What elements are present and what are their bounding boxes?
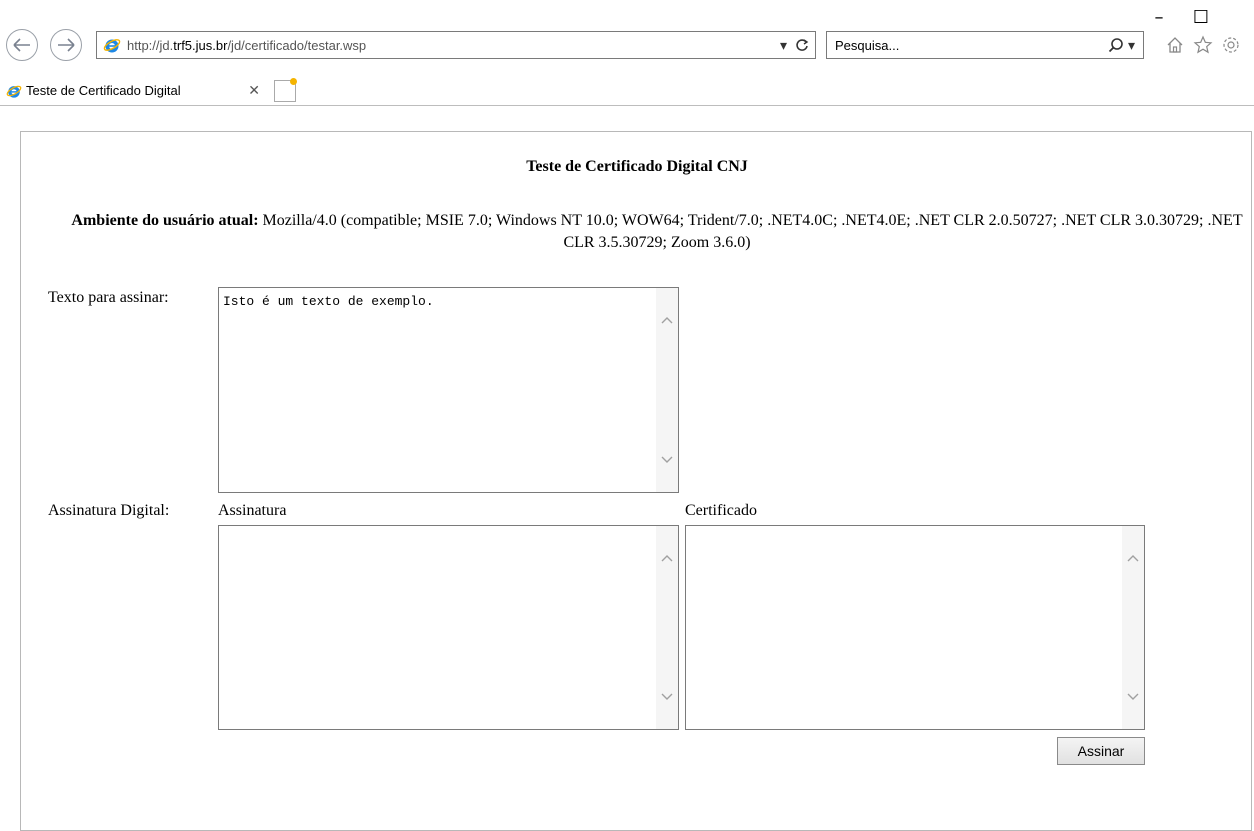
url-prefix: http://jd. [127, 37, 174, 53]
text-to-sign-value: Isto é um texto de exemplo. [223, 294, 434, 309]
minimize-button[interactable]: – [1146, 6, 1172, 28]
magnifier-icon[interactable] [1108, 37, 1124, 53]
signature-textarea[interactable] [218, 525, 679, 730]
ie-logo-icon [103, 39, 121, 53]
maximize-button[interactable]: ☐ [1188, 6, 1214, 28]
url-text[interactable]: http://jd.trf5.jus.br/jd/certificado/tes… [127, 38, 780, 53]
page-content: Teste de Certificado Digital CNJ Ambient… [20, 131, 1252, 831]
text-to-sign-label: Texto para assinar: [48, 289, 169, 306]
scroll-down-icon[interactable] [656, 450, 678, 470]
scroll-up-icon[interactable] [1122, 548, 1144, 568]
env-value: Mozilla/4.0 (compatible; MSIE 7.0; Windo… [262, 212, 1243, 251]
scrollbar[interactable] [656, 526, 678, 729]
scroll-down-icon[interactable] [1122, 687, 1144, 707]
page-title: Teste de Certificado Digital CNJ [526, 158, 748, 175]
url-domain: trf5.jus.br [173, 37, 228, 53]
user-environment: Ambiente do usuário atual: Mozilla/4.0 (… [61, 210, 1253, 254]
tab-active[interactable]: Teste de Certificado Digital ✕ [0, 76, 268, 105]
digital-signature-label: Assinatura Digital: [48, 502, 170, 519]
scrollbar[interactable] [1122, 526, 1144, 729]
forward-arrow-icon [58, 38, 75, 52]
scroll-up-icon[interactable] [656, 548, 678, 568]
ie-tab-icon [6, 85, 22, 98]
signature-column-label: Assinatura [218, 502, 287, 519]
search-input[interactable] [827, 36, 1108, 54]
refresh-icon[interactable] [795, 38, 809, 52]
close-tab-icon[interactable]: ✕ [248, 82, 260, 99]
search-box[interactable]: ▾ [826, 31, 1144, 59]
address-bar[interactable]: http://jd.trf5.jus.br/jd/certificado/tes… [96, 31, 816, 59]
url-path: /jd/certificado/testar.wsp [227, 37, 367, 53]
certificate-column-label: Certificado [685, 502, 757, 519]
back-arrow-icon [13, 38, 30, 52]
sign-button[interactable]: Assinar [1057, 737, 1145, 765]
gear-icon[interactable] [1220, 34, 1242, 56]
forward-button[interactable] [50, 29, 82, 61]
new-tab-button[interactable] [274, 78, 297, 102]
search-dropdown-icon[interactable]: ▾ [1128, 37, 1135, 54]
env-label: Ambiente do usuário atual: [71, 212, 259, 229]
back-button[interactable] [6, 29, 38, 61]
home-icon[interactable] [1164, 34, 1186, 56]
tab-bar: Teste de Certificado Digital ✕ [0, 76, 1254, 106]
certificate-textarea[interactable] [685, 525, 1145, 730]
text-to-sign-textarea[interactable]: Isto é um texto de exemplo. [218, 287, 679, 493]
scroll-down-icon[interactable] [656, 687, 678, 707]
star-icon[interactable] [1192, 34, 1214, 56]
scrollbar[interactable] [656, 288, 678, 492]
tab-title: Teste de Certificado Digital [26, 83, 181, 98]
scroll-up-icon[interactable] [656, 310, 678, 330]
dropdown-arrow-icon[interactable]: ▾ [780, 37, 787, 54]
